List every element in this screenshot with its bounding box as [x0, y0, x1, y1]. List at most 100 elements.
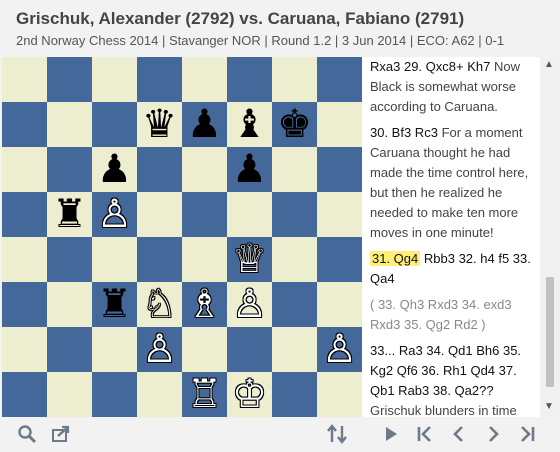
- square-e4[interactable]: [182, 237, 227, 282]
- square-h7[interactable]: [317, 102, 362, 147]
- black-pawn-icon[interactable]: ♟: [227, 147, 272, 192]
- square-a6[interactable]: [2, 147, 47, 192]
- move-text[interactable]: Rxa3 29. Qxc8+ Kh7: [370, 59, 490, 74]
- square-h5[interactable]: [317, 192, 362, 237]
- square-c4[interactable]: [92, 237, 137, 282]
- square-b5[interactable]: ♜: [47, 192, 92, 237]
- black-rook-icon[interactable]: ♜: [47, 192, 92, 237]
- move-list-panel[interactable]: Rxa3 29. Qxc8+ Kh7 Now Black is somewhat…: [362, 57, 540, 417]
- black-queen-icon[interactable]: ♛: [137, 102, 182, 147]
- square-g6[interactable]: [272, 147, 317, 192]
- black-bishop-icon[interactable]: ♝: [227, 102, 272, 147]
- square-b6[interactable]: [47, 147, 92, 192]
- square-h3[interactable]: [317, 282, 362, 327]
- square-b3[interactable]: [47, 282, 92, 327]
- square-e3[interactable]: ♗: [182, 282, 227, 327]
- black-pawn-icon[interactable]: ♟: [92, 147, 137, 192]
- square-a2[interactable]: [2, 327, 47, 372]
- scroll-down-arrow-icon[interactable]: ▼: [544, 401, 554, 412]
- square-c2[interactable]: [92, 327, 137, 372]
- square-b7[interactable]: [47, 102, 92, 147]
- white-pawn-icon[interactable]: ♙: [227, 282, 272, 327]
- white-pawn-icon[interactable]: ♙: [92, 192, 137, 237]
- white-king-icon[interactable]: ♔: [227, 372, 272, 417]
- square-a4[interactable]: [2, 237, 47, 282]
- square-f7[interactable]: ♝: [227, 102, 272, 147]
- move-list-scrollbar[interactable]: ▲ ▼: [540, 57, 560, 417]
- chess-board[interactable]: ♛ ♟ ♝ ♚ ♟ ♟ ♜ ♙ ♕ ♜ ♘ ♗ ♙ ♙ ♙ ♖ ♔: [2, 57, 362, 417]
- search-icon[interactable]: [16, 424, 38, 446]
- square-c8[interactable]: [92, 57, 137, 102]
- share-icon[interactable]: [50, 424, 72, 446]
- white-pawn-icon[interactable]: ♙: [137, 327, 182, 372]
- scrollbar-thumb[interactable]: [546, 277, 554, 387]
- white-rook-icon[interactable]: ♖: [182, 372, 227, 417]
- white-queen-icon[interactable]: ♕: [227, 237, 272, 282]
- square-e6[interactable]: [182, 147, 227, 192]
- black-pawn-icon[interactable]: ♟: [182, 102, 227, 147]
- square-d7[interactable]: ♛: [137, 102, 182, 147]
- square-a7[interactable]: [2, 102, 47, 147]
- square-d6[interactable]: [137, 147, 182, 192]
- square-f8[interactable]: [227, 57, 272, 102]
- square-b4[interactable]: [47, 237, 92, 282]
- square-h8[interactable]: [317, 57, 362, 102]
- square-h6[interactable]: [317, 147, 362, 192]
- previous-move-icon[interactable]: [448, 424, 470, 446]
- square-h1[interactable]: [317, 372, 362, 417]
- next-move-icon[interactable]: [482, 424, 504, 446]
- square-b1[interactable]: [47, 372, 92, 417]
- square-b2[interactable]: [47, 327, 92, 372]
- flip-board-icon[interactable]: [326, 424, 348, 446]
- square-e2[interactable]: [182, 327, 227, 372]
- square-c3[interactable]: ♜: [92, 282, 137, 327]
- move-text[interactable]: 30. Bf3 Rc3: [370, 125, 438, 140]
- square-h4[interactable]: [317, 237, 362, 282]
- square-d2[interactable]: ♙: [137, 327, 182, 372]
- square-g3[interactable]: [272, 282, 317, 327]
- square-a3[interactable]: [2, 282, 47, 327]
- square-f1[interactable]: ♔: [227, 372, 272, 417]
- square-f2[interactable]: [227, 327, 272, 372]
- square-h2[interactable]: ♙: [317, 327, 362, 372]
- white-knight-icon[interactable]: ♘: [137, 282, 182, 327]
- square-g2[interactable]: [272, 327, 317, 372]
- white-pawn-icon[interactable]: ♙: [317, 327, 362, 372]
- white-bishop-icon[interactable]: ♗: [182, 282, 227, 327]
- square-d4[interactable]: [137, 237, 182, 282]
- square-g4[interactable]: [272, 237, 317, 282]
- last-move-icon[interactable]: [516, 424, 538, 446]
- square-f4[interactable]: ♕: [227, 237, 272, 282]
- square-f3[interactable]: ♙: [227, 282, 272, 327]
- play-icon[interactable]: [380, 424, 402, 446]
- square-c7[interactable]: [92, 102, 137, 147]
- square-g8[interactable]: [272, 57, 317, 102]
- square-g1[interactable]: [272, 372, 317, 417]
- square-a5[interactable]: [2, 192, 47, 237]
- square-d3[interactable]: ♘: [137, 282, 182, 327]
- square-d1[interactable]: [137, 372, 182, 417]
- square-e1[interactable]: ♖: [182, 372, 227, 417]
- square-c1[interactable]: [92, 372, 137, 417]
- black-rook-icon[interactable]: ♜: [92, 282, 137, 327]
- square-g7[interactable]: ♚: [272, 102, 317, 147]
- move-text[interactable]: 33... Ra3 34. Qd1 Bh6 35. Kg2 Qf6 36. Rh…: [370, 343, 521, 398]
- square-g5[interactable]: [272, 192, 317, 237]
- square-a1[interactable]: [2, 372, 47, 417]
- variation-line[interactable]: ( 33. Qh3 Rxd3 34. exd3 Rxd3 35. Qg2 Rd2…: [370, 295, 536, 335]
- current-move[interactable]: 31. Qg4: [370, 251, 421, 266]
- square-b8[interactable]: [47, 57, 92, 102]
- square-e5[interactable]: [182, 192, 227, 237]
- first-move-icon[interactable]: [414, 424, 436, 446]
- square-d8[interactable]: [137, 57, 182, 102]
- scroll-up-arrow-icon[interactable]: ▲: [544, 59, 554, 70]
- square-e7[interactable]: ♟: [182, 102, 227, 147]
- square-f6[interactable]: ♟: [227, 147, 272, 192]
- square-a8[interactable]: [2, 57, 47, 102]
- black-king-icon[interactable]: ♚: [272, 102, 317, 147]
- square-d5[interactable]: [137, 192, 182, 237]
- square-c6[interactable]: ♟: [92, 147, 137, 192]
- square-c5[interactable]: ♙: [92, 192, 137, 237]
- square-f5[interactable]: [227, 192, 272, 237]
- square-e8[interactable]: [182, 57, 227, 102]
